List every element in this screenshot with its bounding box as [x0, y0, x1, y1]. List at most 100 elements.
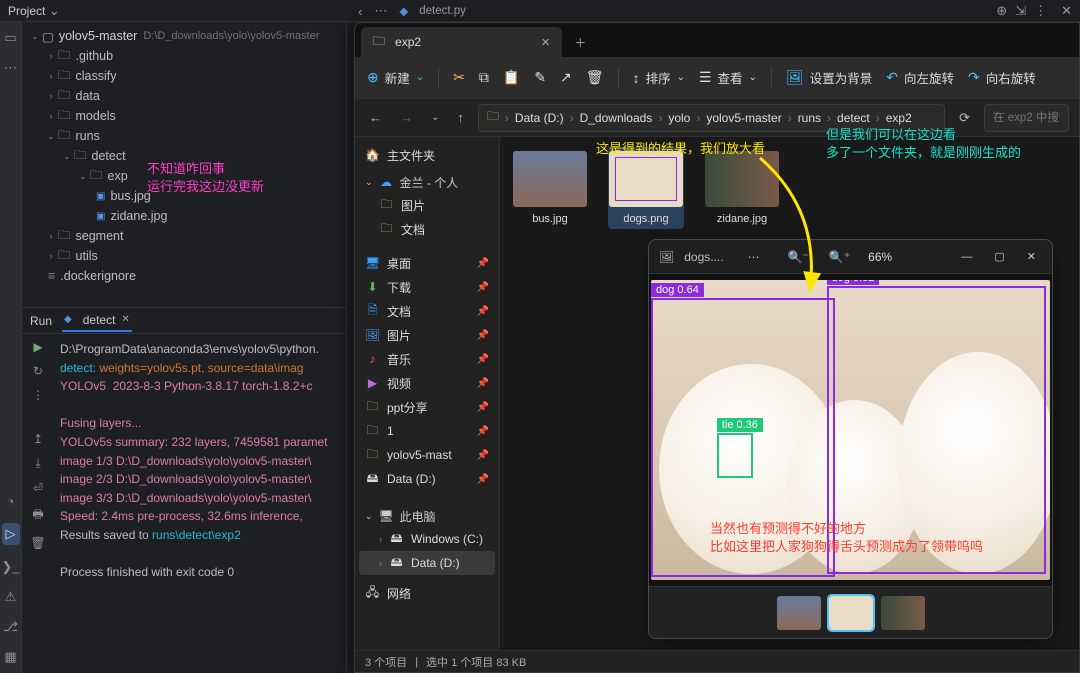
new-tab-button[interactable]: ＋ [562, 28, 598, 57]
run-tab-detect[interactable]: ◆detect✕ [62, 310, 132, 332]
rotate-right-button[interactable]: ↷向右旋转 [968, 68, 1036, 87]
delete-icon[interactable]: 🗑 [586, 69, 604, 86]
sidebar-item[interactable]: 🗀ppt分享📌 [359, 395, 495, 419]
locate-icon[interactable]: ⊕ [996, 3, 1007, 19]
sidebar-item[interactable]: 🗀图片 [359, 193, 495, 217]
breadcrumb[interactable]: 🗀› Data (D:)› D_downloads› yolo› yolov5-… [478, 104, 945, 132]
sidebar-item[interactable]: ›🖴Data (D:) [359, 551, 495, 575]
file-thumb-selected[interactable]: dogs.png [608, 147, 684, 229]
more-tabs-icon[interactable]: ⋯ [374, 3, 387, 19]
file-thumb[interactable]: zidane.jpg [704, 147, 780, 229]
close-icon[interactable]: ✕ [1021, 246, 1042, 267]
rename-icon[interactable]: ✎ [534, 69, 546, 86]
sidebar-item-downloads[interactable]: ⬇下载📌 [359, 275, 495, 299]
stop-icon[interactable]: ↻ [33, 364, 43, 378]
explorer-statusbar: 3 个项目|选中 1 个项目 83 KB [355, 650, 1079, 672]
tree-file[interactable]: ≡.dockerignore [22, 266, 346, 286]
tree-folder[interactable]: ›🗀utils [22, 246, 346, 266]
project-tree[interactable]: ⌄▢yolov5-masterD:\D_downloads\yolo\yolov… [22, 22, 346, 307]
sidebar-item-video[interactable]: ▶视频📌 [359, 371, 495, 395]
sidebar-item[interactable]: ›🖴Windows (C:) [359, 527, 495, 551]
tree-root[interactable]: ⌄▢yolov5-masterD:\D_downloads\yolo\yolov… [22, 26, 346, 46]
explorer-sidebar[interactable]: 🏠主文件夹 ⌄☁金兰 - 个人 🗀图片 🗀文档 🖥桌面📌 ⬇下载📌 🗎文档📌 🖼… [355, 137, 500, 650]
tree-folder-exp[interactable]: ⌄🗀exp [22, 166, 346, 186]
recent-icon[interactable]: ⌄ [427, 108, 443, 127]
project-tool-icon[interactable]: ▭ [4, 30, 16, 46]
close-panel-icon[interactable]: ✕ [1061, 3, 1072, 19]
rotate-left-button[interactable]: ↶向左旋转 [886, 68, 954, 87]
collapse-icon[interactable]: ⇲ [1015, 3, 1026, 19]
sidebar-item-music[interactable]: ♪音乐📌 [359, 347, 495, 371]
explorer-tab[interactable]: 🗀exp2✕ [361, 27, 562, 57]
file-thumb[interactable]: bus.jpg [512, 147, 588, 229]
refresh-icon[interactable]: ⟳ [955, 106, 974, 130]
wrap-icon[interactable]: ⏎ [33, 481, 43, 495]
sidebar-group[interactable]: ⌄☁金兰 - 个人 [359, 171, 495, 193]
folder-icon: 🗀 [373, 32, 385, 53]
tree-folder[interactable]: ›🗀models [22, 106, 346, 126]
zoom-in-icon[interactable]: 🔍⁺ [829, 250, 850, 264]
share-icon[interactable]: ↗ [560, 69, 572, 86]
structure-tool-icon[interactable]: ⋯ [4, 60, 17, 76]
tree-folder[interactable]: ›🗀classify [22, 66, 346, 86]
paste-icon[interactable]: 📋 [503, 69, 520, 86]
editor-tab-detect[interactable]: ◆detect.py [399, 4, 466, 18]
close-icon[interactable]: ✕ [541, 36, 550, 49]
viewer-image[interactable]: dog 0.64dog 0.32tie 0.36 [649, 274, 1052, 586]
git-tool-icon[interactable]: ◔ [7, 494, 15, 509]
tree-folder[interactable]: ›🗀segment [22, 226, 346, 246]
copy-icon[interactable]: ⧉ [479, 69, 489, 86]
prev-tab-icon[interactable]: ‹ [358, 4, 362, 19]
forward-icon[interactable]: → [396, 106, 417, 129]
minimize-icon[interactable]: — [955, 247, 978, 267]
vcs-tool-icon[interactable]: ⎇ [3, 619, 18, 635]
tree-folder[interactable]: ›🗀data [22, 86, 346, 106]
console-more-icon[interactable]: ⋮ [32, 388, 44, 402]
viewer-thumb[interactable] [777, 596, 821, 630]
more-icon[interactable]: ⋯ [748, 250, 760, 264]
view-button[interactable]: ☰查看⌄ [699, 68, 757, 87]
viewer-titlebar[interactable]: 🖼 dogs.... ⋯ 🔍⁻ 🔍⁺ 66% — ▢ ✕ [649, 240, 1052, 274]
project-dropdown[interactable]: Project ⌄ [8, 3, 60, 19]
problems-tool-icon[interactable]: ⚠ [5, 589, 17, 605]
explorer-content[interactable]: bus.jpg dogs.png zidane.jpg 🖼 dogs.... ⋯… [500, 137, 1079, 650]
up-icon[interactable]: ↑ [453, 106, 468, 129]
back-icon[interactable]: ← [365, 106, 386, 129]
sort-button[interactable]: ↕排序⌄ [633, 68, 685, 87]
tree-folder-detect[interactable]: ⌄🗀detect [22, 146, 346, 166]
sidebar-item-home[interactable]: 🏠主文件夹 [359, 143, 495, 167]
terminal-tool-icon[interactable]: ❯_ [1, 559, 19, 575]
print-icon[interactable]: 🖶 [32, 505, 43, 526]
tree-file[interactable]: ▣bus.jpg [22, 186, 346, 206]
run-toolwindow-bar: Run ◆detect✕ [22, 307, 346, 333]
tree-folder-runs[interactable]: ⌄🗀runs [22, 126, 346, 146]
cut-icon[interactable]: ✂ [453, 69, 465, 86]
run-tool-icon[interactable]: ▷ [2, 523, 20, 545]
new-button[interactable]: ⊕新建⌄ [367, 68, 424, 87]
maximize-icon[interactable]: ▢ [988, 246, 1010, 267]
sidebar-item-docs[interactable]: 🗎文档📌 [359, 299, 495, 323]
sidebar-group-thispc[interactable]: ⌄🖥此电脑 [359, 505, 495, 527]
tree-folder[interactable]: ›🗀.github [22, 46, 346, 66]
sidebar-item[interactable]: 🖴Data (D:)📌 [359, 467, 495, 491]
viewer-thumb[interactable] [881, 596, 925, 630]
zoom-out-icon[interactable]: 🔍⁻ [788, 250, 809, 264]
misc-tool-icon[interactable]: ▦ [4, 649, 16, 665]
rerun-icon[interactable]: ▶ [33, 340, 42, 354]
explorer-tabstrip: 🗀exp2✕ ＋ [355, 23, 1079, 57]
console-output[interactable]: D:\ProgramData\anaconda3\envs\yolov5\pyt… [54, 334, 346, 673]
settings-icon[interactable]: ⋮ [1034, 3, 1047, 19]
scroll-icon[interactable]: ⤓ [35, 456, 40, 471]
step-icon[interactable]: ↥ [33, 432, 43, 446]
set-wallpaper-button[interactable]: 🖼设置为背景 [786, 68, 872, 87]
sidebar-item[interactable]: 🗀1📌 [359, 419, 495, 443]
trash-icon[interactable]: 🗑 [30, 536, 45, 550]
sidebar-item-pics[interactable]: 🖼图片📌 [359, 323, 495, 347]
tree-file[interactable]: ▣zidane.jpg [22, 206, 346, 226]
search-input[interactable] [984, 104, 1069, 132]
sidebar-item[interactable]: 🗀文档 [359, 217, 495, 241]
sidebar-item[interactable]: 🗀yolov5-mast📌 [359, 443, 495, 467]
viewer-thumb[interactable] [829, 596, 873, 630]
sidebar-item-desktop[interactable]: 🖥桌面📌 [359, 251, 495, 275]
sidebar-item-network[interactable]: 🖧网络 [359, 581, 495, 605]
